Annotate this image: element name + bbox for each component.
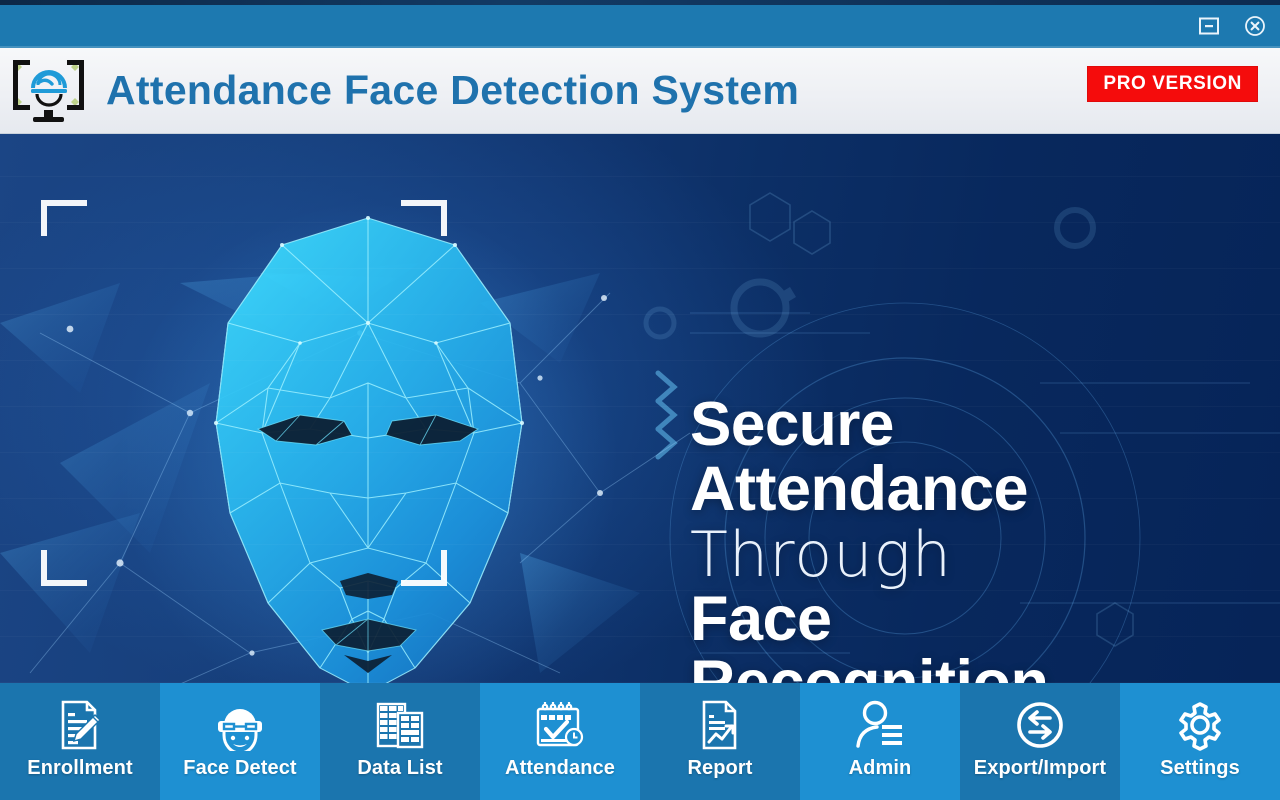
- document-pencil-icon: [50, 697, 110, 753]
- headline-line-2: Attendance: [690, 453, 1029, 524]
- app-header: Attendance Face Detection System PRO VER…: [0, 48, 1280, 134]
- nav-label-export-import: Export/Import: [973, 757, 1107, 779]
- nav-item-face-detect[interactable]: Face Detect: [160, 683, 320, 800]
- hero-decorative-graphics: [0, 192, 1280, 683]
- hero-headline: Secure Attendance Through Face Recogniti…: [690, 390, 1049, 683]
- minimize-button[interactable]: [1196, 13, 1222, 39]
- hero-banner: Secure Attendance Through Face Recogniti…: [0, 133, 1280, 683]
- close-icon: [1245, 16, 1265, 36]
- app-logo: [6, 56, 92, 126]
- face-scan-icon: [210, 697, 270, 753]
- nav-label-data-list: Data List: [357, 757, 443, 779]
- nav-label-enrollment: Enrollment: [27, 757, 133, 779]
- nav-label-report: Report: [687, 757, 753, 779]
- close-button[interactable]: [1242, 13, 1268, 39]
- page-title: Attendance Face Detection System: [106, 67, 800, 113]
- table-grid-icon: [370, 697, 430, 753]
- nav-label-settings: Settings: [1160, 757, 1240, 779]
- nav-item-report[interactable]: Report: [640, 683, 800, 800]
- nav-item-enrollment[interactable]: Enrollment: [0, 683, 160, 800]
- window-controls: [1196, 4, 1268, 48]
- pro-version-badge: PRO VERSION: [1087, 66, 1258, 102]
- application-window: Attendance Face Detection System PRO VER…: [0, 0, 1280, 800]
- report-chart-icon: [690, 697, 750, 753]
- user-list-icon: [850, 697, 910, 753]
- headline-line-1: Secure: [690, 390, 894, 459]
- exchange-arrows-icon: [1010, 697, 1070, 753]
- nav-item-admin[interactable]: Admin: [800, 683, 960, 800]
- nav-item-export-import[interactable]: Export/Import: [960, 683, 1120, 800]
- window-top-edge: [0, 0, 1280, 5]
- calendar-check-icon: [530, 697, 590, 753]
- nav-label-attendance: Attendance: [505, 757, 615, 779]
- headline-line-4: Face: [690, 583, 832, 654]
- title-bar: [0, 4, 1280, 48]
- face-scan-monitor-logo: [13, 59, 84, 122]
- gear-icon: [1170, 697, 1230, 753]
- main-navigation-bar: Enrollment Face Detect Data List Attenda…: [0, 683, 1280, 800]
- nav-item-data-list[interactable]: Data List: [320, 683, 480, 800]
- nav-label-face-detect: Face Detect: [183, 757, 297, 779]
- nav-item-settings[interactable]: Settings: [1120, 683, 1280, 800]
- nav-label-admin: Admin: [848, 757, 912, 779]
- headline-line-3: Through: [690, 517, 953, 591]
- headline-line-5: Recognition: [690, 647, 1049, 683]
- minimize-icon: [1199, 17, 1219, 35]
- nav-item-attendance[interactable]: Attendance: [480, 683, 640, 800]
